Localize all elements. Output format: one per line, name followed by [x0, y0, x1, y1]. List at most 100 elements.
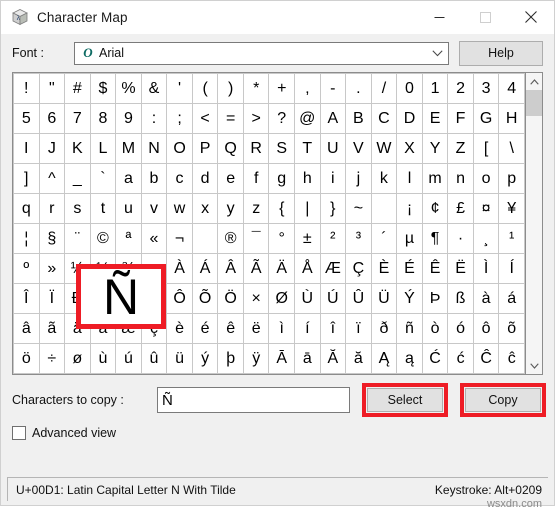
character-cell[interactable]: u [115, 193, 142, 224]
character-cell[interactable]: L [89, 133, 117, 164]
character-cell[interactable]: $ [89, 73, 117, 104]
character-cell[interactable]: Þ [421, 283, 449, 314]
character-cell[interactable]: g [268, 163, 296, 194]
character-cell[interactable]: ² [319, 223, 347, 254]
character-cell[interactable]: ê [217, 313, 244, 344]
close-icon[interactable] [508, 2, 554, 33]
character-cell[interactable]: ¹ [498, 223, 525, 254]
character-cell[interactable]: | [294, 193, 321, 224]
character-cell[interactable]: Á [191, 253, 219, 284]
character-cell[interactable]: s [64, 193, 91, 224]
character-cell[interactable]: V [345, 133, 372, 164]
character-cell[interactable]: ? [268, 103, 296, 134]
character-cell[interactable]: v [140, 193, 168, 224]
character-cell[interactable]: m [421, 163, 449, 194]
character-cell[interactable]: x [191, 193, 219, 224]
character-cell[interactable]: J [38, 133, 66, 164]
character-cell[interactable]: # [64, 73, 91, 104]
character-cell[interactable]: Q [217, 133, 244, 164]
character-cell[interactable]: ß [447, 283, 474, 314]
character-cell[interactable]: t [89, 193, 117, 224]
character-cell[interactable]: Ï [38, 283, 66, 314]
character-cell[interactable]: Ä [268, 253, 296, 284]
select-button[interactable]: Select [367, 388, 443, 412]
character-cell[interactable]: i [319, 163, 347, 194]
character-cell[interactable]: \ [498, 133, 525, 164]
character-cell[interactable]: à [472, 283, 500, 314]
character-cell[interactable]: Í [498, 253, 525, 284]
character-cell[interactable]: O [166, 133, 193, 164]
character-cell[interactable]: õ [498, 313, 525, 344]
character-cell[interactable]: Ô [166, 283, 193, 314]
character-cell[interactable]: × [242, 283, 270, 314]
character-cell[interactable]: ÿ [242, 343, 270, 374]
character-cell[interactable]: £ [447, 193, 474, 224]
character-cell[interactable]: ý [191, 343, 219, 374]
character-cell[interactable]: ¨ [64, 223, 91, 254]
character-cell[interactable]: G [472, 103, 500, 134]
character-cell[interactable]: P [191, 133, 219, 164]
character-cell[interactable]: W [370, 133, 398, 164]
character-cell[interactable]: B [345, 103, 372, 134]
character-cell[interactable]: ë [242, 313, 270, 344]
grid-scrollbar[interactable] [526, 72, 543, 375]
character-cell[interactable]: D [396, 103, 423, 134]
character-cell[interactable]: Ā [268, 343, 296, 374]
character-cell[interactable]: < [191, 103, 219, 134]
character-cell[interactable]: ! [13, 73, 40, 104]
character-cell[interactable]: j [345, 163, 372, 194]
character-cell[interactable]: ¡ [396, 193, 423, 224]
character-cell[interactable]: Ç [345, 253, 372, 284]
character-cell[interactable]: í [294, 313, 321, 344]
character-cell[interactable]: ¤ [472, 193, 500, 224]
character-cell[interactable]: ÷ [38, 343, 66, 374]
character-cell[interactable]: : [140, 103, 168, 134]
character-cell[interactable]: Ć [421, 343, 449, 374]
character-cell[interactable]: F [447, 103, 474, 134]
character-cell[interactable]: H [498, 103, 525, 134]
character-cell[interactable]: 6 [38, 103, 66, 134]
character-cell[interactable]: 2 [447, 73, 474, 104]
character-cell[interactable]: Ì [472, 253, 500, 284]
character-cell[interactable]: ; [166, 103, 193, 134]
font-combobox[interactable]: O Arial [74, 41, 449, 65]
character-cell[interactable]: « [140, 223, 168, 254]
character-cell[interactable]: ¶ [421, 223, 449, 254]
character-cell[interactable]: Å [294, 253, 321, 284]
character-cell[interactable]: z [242, 193, 270, 224]
character-cell[interactable]: C [370, 103, 398, 134]
character-cell[interactable]: § [38, 223, 66, 254]
character-cell[interactable]: 0 [396, 73, 423, 104]
character-cell[interactable]: [ [472, 133, 500, 164]
character-cell[interactable]: Ú [319, 283, 347, 314]
character-cell[interactable]: â [13, 313, 40, 344]
character-cell[interactable]: ø [64, 343, 91, 374]
character-cell[interactable]: Ă [319, 343, 347, 374]
character-cell[interactable]: ª [115, 223, 142, 254]
character-cell[interactable]: 3 [472, 73, 500, 104]
character-cell[interactable]: Y [421, 133, 449, 164]
scrollbar-track[interactable] [526, 90, 542, 357]
copy-button[interactable]: Copy [465, 388, 541, 412]
character-cell[interactable]: * [242, 73, 270, 104]
character-cell[interactable]: / [370, 73, 398, 104]
advanced-view-checkbox[interactable] [12, 426, 26, 440]
character-cell[interactable]: ¸ [472, 223, 500, 254]
character-cell[interactable]: ü [166, 343, 193, 374]
character-cell[interactable]: µ [396, 223, 423, 254]
character-cell[interactable]: ñ [396, 313, 423, 344]
character-cell[interactable]: 4 [498, 73, 525, 104]
character-cell[interactable]: , [294, 73, 321, 104]
character-cell[interactable]: c [166, 163, 193, 194]
character-cell[interactable]: ¯ [242, 223, 270, 254]
character-cell[interactable]: ą [396, 343, 423, 374]
character-cell[interactable]: + [268, 73, 296, 104]
character-cell[interactable]: Z [447, 133, 474, 164]
character-cell[interactable]: N [140, 133, 168, 164]
character-cell[interactable]: w [166, 193, 193, 224]
character-cell[interactable]: _ [64, 163, 91, 194]
character-cell[interactable]: º [13, 253, 40, 284]
character-cell[interactable]: ´ [370, 223, 398, 254]
character-cell[interactable]: Ĉ [472, 343, 500, 374]
character-cell[interactable]: 8 [89, 103, 117, 134]
